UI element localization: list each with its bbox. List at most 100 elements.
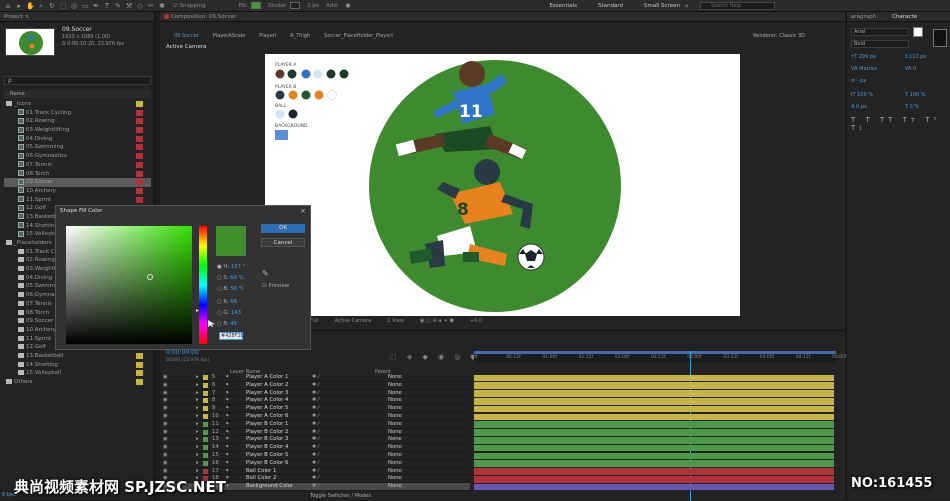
label-color-swatch[interactable] — [136, 170, 143, 177]
hex-input[interactable]: #428F2D — [219, 332, 245, 340]
color-field[interactable] — [66, 226, 192, 344]
layer-row[interactable]: ◉ ▸ 9 ✦ Player A Color 5 ✱ ⁄ None — [160, 405, 470, 413]
puppet-tool-icon[interactable]: ✱ — [158, 2, 166, 10]
project-search-input[interactable]: ρ — [4, 76, 151, 85]
parent-dropdown[interactable]: None — [388, 444, 402, 452]
renderer-value[interactable]: Classic 3D — [779, 33, 805, 39]
stroke-width-field[interactable]: ≡ - px — [851, 78, 866, 84]
expand-arrow-icon[interactable]: ▸ — [196, 429, 199, 437]
stroke-width[interactable]: 2 px — [307, 3, 319, 9]
hand-tool-icon[interactable]: ✋ — [26, 2, 35, 10]
ok-button[interactable]: OK — [261, 224, 305, 233]
project-folder-item[interactable]: Others — [4, 378, 151, 387]
layer-label-color[interactable] — [203, 421, 208, 427]
font-style-dropdown[interactable]: Bold — [851, 40, 909, 48]
layer-switches-icon[interactable]: ✱ ⁄ — [312, 382, 319, 390]
layer-duration-bar[interactable] — [474, 429, 834, 436]
expand-arrow-icon[interactable]: ▸ — [196, 452, 199, 460]
comp-tab-playerl[interactable]: Playerl — [259, 31, 276, 41]
expand-arrow-icon[interactable]: ▸ — [196, 405, 199, 413]
layer-name[interactable]: Player A Color 2 — [246, 382, 288, 390]
visibility-eye-icon[interactable]: ◉ — [163, 421, 168, 429]
project-comp-item[interactable]: 01.Track Cycling — [4, 109, 151, 118]
layer-duration-bar[interactable] — [474, 382, 834, 390]
tsume-field[interactable]: T 0 % — [905, 104, 919, 110]
layer-label-color[interactable] — [203, 437, 208, 443]
label-color-swatch[interactable] — [136, 135, 143, 142]
parent-dropdown[interactable]: None — [388, 390, 402, 398]
layer-row[interactable]: ◉ ▸ 11 ✦ Player B Color 1 ✱ ⁄ None — [160, 421, 470, 429]
zoom-dropdown[interactable]: Full — [310, 316, 319, 326]
label-color-swatch[interactable] — [136, 352, 143, 359]
exposure-value[interactable]: +0.0 — [470, 316, 482, 326]
parent-dropdown[interactable]: None — [388, 374, 402, 382]
layer-name[interactable]: Player A Color 6 — [246, 413, 288, 421]
label-color-swatch[interactable] — [136, 361, 143, 368]
layer-duration-bar[interactable] — [474, 397, 834, 405]
label-color-swatch[interactable] — [136, 144, 143, 151]
expand-arrow-icon[interactable]: ▸ — [196, 421, 199, 429]
layer-name[interactable]: Player A Color 1 — [246, 374, 288, 382]
layer-switches-icon[interactable]: ✱ ⁄ — [312, 452, 319, 460]
layer-label-color[interactable] — [203, 398, 208, 404]
project-folder-item[interactable]: 14.Shotting — [4, 361, 151, 370]
leading-value[interactable]: 112 px — [909, 54, 926, 60]
label-color-swatch[interactable] — [136, 109, 143, 116]
visibility-eye-icon[interactable]: ◉ — [163, 374, 168, 382]
expand-arrow-icon[interactable]: ▸ — [196, 390, 199, 398]
layer-label-color[interactable] — [203, 429, 208, 435]
add-dropdown-icon[interactable]: ● — [346, 3, 351, 9]
camera-tool-icon[interactable]: ⬚ — [59, 2, 67, 10]
color-picker-handle[interactable] — [147, 274, 153, 280]
layer-duration-bar[interactable] — [474, 444, 834, 452]
layer-row[interactable]: ◉ ▸ 6 ✦ Player A Color 2 ✱ ⁄ None — [160, 382, 470, 390]
brightness-value[interactable]: 56 % — [230, 286, 243, 292]
project-folder-item[interactable]: 13.Basketball — [4, 352, 151, 361]
parent-dropdown[interactable]: None — [388, 413, 402, 421]
stroke-width-value[interactable]: - px — [857, 78, 867, 84]
layer-switches-icon[interactable]: ✱ ⁄ — [312, 460, 319, 468]
green-field[interactable]: ○ G: 143 — [217, 310, 241, 316]
font-size-field[interactable]: ᴛT 209 px — [851, 54, 876, 60]
preview-checkbox[interactable]: ☑ Preview — [262, 283, 289, 289]
visibility-eye-icon[interactable]: ◉ — [163, 436, 168, 444]
visibility-eye-icon[interactable]: ◉ — [163, 413, 168, 421]
comp-tab-r-thigh[interactable]: R_Thigh — [290, 31, 310, 41]
layer-row[interactable]: ◉ ▸ 8 ✦ Player A Color 4 ✱ ⁄ None — [160, 397, 470, 406]
cancel-button[interactable]: Cancel — [261, 238, 305, 247]
project-tab-label[interactable]: Project — [4, 14, 23, 20]
project-folder-item[interactable]: 15.Volleyball — [4, 369, 151, 378]
font-family-dropdown[interactable]: Arial — [851, 28, 909, 36]
saturation-field[interactable]: ○ S: 69 % — [217, 275, 244, 281]
text-style-buttons[interactable]: T T TT Tᴛ T¹ T₁ — [851, 116, 950, 132]
timecode-display[interactable]: 0:00:00:00 — [166, 349, 199, 356]
layer-label-color[interactable] — [203, 390, 208, 396]
layer-row[interactable]: ◉ ▸ 5 ✦ Player A Color 1 ✱ ⁄ None — [160, 374, 470, 382]
expand-arrow-icon[interactable]: ▸ — [196, 460, 199, 468]
comp-tab-playerascale[interactable]: PlayerAScale — [213, 31, 245, 41]
comp-tab-placeholder[interactable]: Soccer_PlaceHolder_Playerl — [324, 31, 393, 41]
hue-slider[interactable] — [199, 226, 207, 344]
layer-label-color[interactable] — [203, 414, 208, 419]
kerning-value[interactable]: Metrics — [859, 66, 877, 72]
layer-label-color[interactable] — [203, 406, 208, 412]
workspace-small-screen[interactable]: Small Screen — [644, 3, 680, 9]
project-comp-item[interactable]: 08.Torch — [4, 170, 151, 179]
hue-value[interactable]: 107 ° — [231, 264, 245, 270]
layer-name[interactable]: Player A Color 3 — [246, 390, 288, 398]
layer-duration-bar[interactable] — [474, 390, 834, 397]
label-color-swatch[interactable] — [136, 179, 143, 186]
comp-tab-soccer[interactable]: 09.Soccer — [174, 31, 199, 41]
layer-label-color[interactable] — [203, 468, 208, 474]
name-column-label[interactable]: Name — [10, 91, 25, 97]
label-color-swatch[interactable] — [136, 196, 143, 203]
pan-behind-tool-icon[interactable]: ◎ — [70, 2, 78, 10]
project-folder-item[interactable]: _Icons — [4, 100, 151, 109]
visibility-eye-icon[interactable]: ◉ — [163, 429, 168, 437]
layer-name[interactable]: Player B Color 1 — [246, 421, 288, 429]
green-value[interactable]: 143 — [231, 310, 241, 316]
parent-dropdown[interactable]: None — [388, 429, 402, 437]
project-comp-item[interactable]: 02.Rowing — [4, 117, 151, 126]
horizontal-scale-field[interactable]: T 100 % — [905, 92, 926, 98]
zoom-tool-icon[interactable]: ⌕ — [37, 2, 45, 10]
